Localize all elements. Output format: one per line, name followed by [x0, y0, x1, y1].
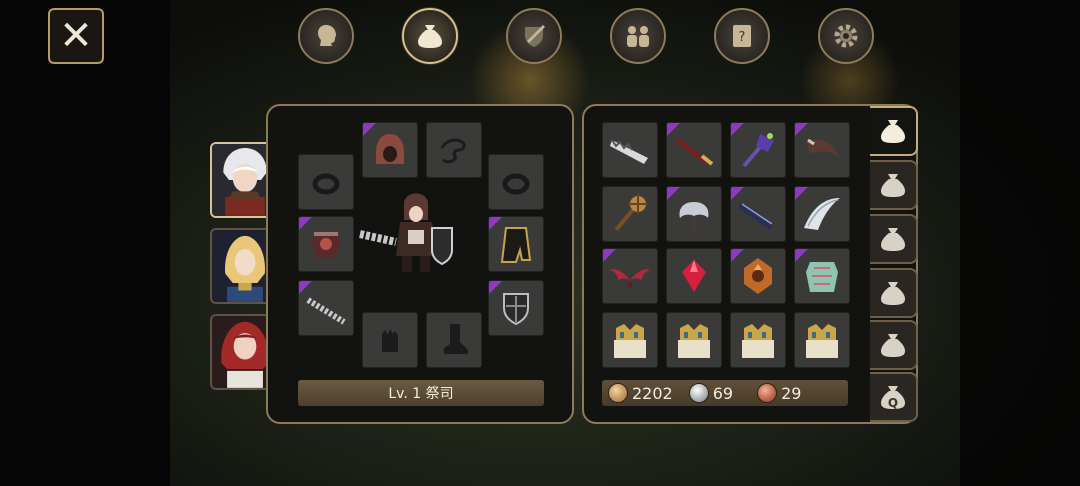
rarity-marker: [731, 249, 744, 262]
equip-slot-cloak[interactable]: [488, 216, 544, 272]
inventory-slot[interactable]: [730, 312, 786, 368]
rarity-marker: [795, 187, 808, 200]
equip-slot-ring-left[interactable]: [298, 154, 354, 210]
equip-slot-boots[interactable]: [426, 312, 482, 368]
rarity-marker: [299, 217, 312, 230]
boots-icon: [444, 324, 468, 354]
ring-icon: [502, 173, 530, 195]
bag-icon: [418, 25, 442, 48]
rarity-marker: [667, 123, 680, 136]
equip-slot-shield[interactable]: [488, 280, 544, 336]
treasure-chest-icon: [742, 324, 774, 358]
rarity-marker: [489, 281, 502, 294]
equip-slot-helmet[interactable]: [362, 122, 418, 178]
tab-inventory[interactable]: [402, 8, 458, 64]
inventory-slot[interactable]: [602, 186, 658, 242]
copper-amount: 29: [781, 383, 802, 403]
gold-amount: 2202: [632, 383, 673, 403]
sword-shield-icon: [525, 25, 545, 47]
gear-icon: [834, 24, 858, 48]
tab-settings[interactable]: [818, 8, 874, 64]
level-class-label: Lv. 1 祭司: [298, 380, 544, 406]
inventory-slot[interactable]: [794, 312, 850, 368]
silver-amount: 69: [712, 383, 734, 403]
mace-icon: [614, 194, 648, 232]
copper-coin-icon: [757, 383, 778, 403]
treasure-chest-icon: [678, 324, 710, 358]
inventory-slot[interactable]: [730, 186, 786, 242]
people-icon: [627, 26, 649, 47]
silver-coin-icon: [688, 383, 709, 403]
treasure-chest-icon: [806, 324, 838, 358]
bag-tab-4[interactable]: [870, 268, 918, 318]
inventory-slot[interactable]: [666, 312, 722, 368]
equip-slot-armor[interactable]: [298, 216, 354, 272]
inventory-slot[interactable]: [666, 248, 722, 304]
svg-text:?: ?: [739, 30, 746, 45]
bag-tab-quest[interactable]: Q: [870, 372, 918, 422]
bag-icon: [881, 174, 905, 197]
inventory-slot[interactable]: [730, 248, 786, 304]
bag-tab-2[interactable]: [870, 160, 918, 210]
close-icon: ✕: [59, 13, 93, 59]
bag-tab-3[interactable]: [870, 214, 918, 264]
bag-tab-1[interactable]: [870, 106, 918, 156]
tab-party[interactable]: [610, 8, 666, 64]
inventory-slot[interactable]: [794, 122, 850, 178]
inventory-slot[interactable]: [666, 122, 722, 178]
rarity-marker: [667, 187, 680, 200]
head-silhouette-icon: [318, 25, 336, 46]
cape-icon: [440, 138, 466, 164]
quest-bag-label: Q: [888, 396, 898, 410]
bag-icon: [881, 228, 905, 251]
treasure-chest-icon: [614, 324, 646, 358]
rarity-marker: [795, 249, 808, 262]
rarity-marker: [731, 187, 744, 200]
inventory-slot[interactable]: [794, 186, 850, 242]
rarity-marker: [731, 123, 744, 136]
scroll-icon: ?: [733, 25, 751, 47]
equip-slot-weapon[interactable]: [298, 280, 354, 336]
ruby-gem-icon: [682, 260, 706, 292]
bag-tab-5[interactable]: [870, 320, 918, 370]
close-button[interactable]: ✕: [48, 8, 104, 64]
character-sprite: [359, 193, 453, 272]
inventory-slot[interactable]: [602, 312, 658, 368]
gloves-icon: [382, 329, 398, 352]
currency-bar: 2202 69 29: [602, 380, 848, 406]
inventory-slot[interactable]: [602, 122, 658, 178]
tab-skills[interactable]: [506, 8, 562, 64]
bag-icon: [881, 334, 905, 357]
jagged-blade-icon: [610, 139, 648, 164]
inventory-slot[interactable]: [602, 248, 658, 304]
rarity-marker: [363, 123, 376, 136]
rarity-marker: [299, 281, 312, 294]
bag-icon: [881, 282, 905, 305]
side-shade: [0, 0, 170, 486]
inventory-slot[interactable]: [666, 186, 722, 242]
equip-slot-cape[interactable]: [426, 122, 482, 178]
side-shade-right: [960, 0, 1080, 486]
tab-character[interactable]: [298, 8, 354, 64]
inventory-slot[interactable]: [794, 248, 850, 304]
tab-quest[interactable]: ?: [714, 8, 770, 64]
ring-icon: [312, 173, 340, 195]
equip-slot-gloves[interactable]: [362, 312, 418, 368]
equip-slot-ring-right[interactable]: [488, 154, 544, 210]
gold-coin-icon: [608, 383, 628, 403]
quest-bag-icon: Q: [881, 386, 905, 410]
inventory-slot[interactable]: [730, 122, 786, 178]
rarity-marker: [489, 217, 502, 230]
rarity-marker: [795, 123, 808, 136]
rarity-marker: [603, 249, 616, 262]
bag-icon: [881, 120, 905, 143]
